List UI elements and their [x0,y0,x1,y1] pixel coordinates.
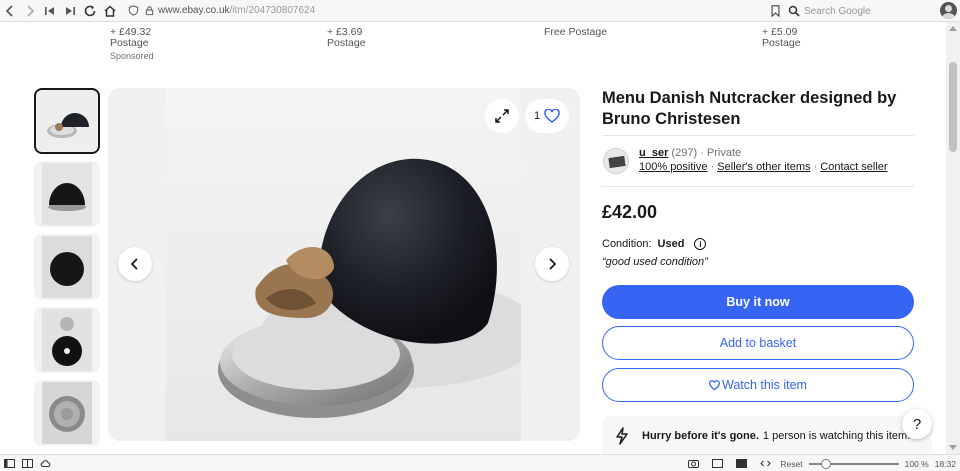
zoom-slider[interactable] [808,458,899,469]
url-host: www.ebay.co.uk [158,5,230,16]
related-postage: Postage [327,37,366,49]
clock: 18:32 [934,458,956,469]
expand-icon [495,109,509,123]
fast-forward-icon[interactable] [60,1,80,21]
page-scrollbar[interactable] [946,22,960,454]
scroll-up-icon[interactable] [949,26,957,31]
zoom-level: 100 % [904,458,929,469]
related-postage: Postage [110,37,149,49]
condition-note: “good used condition” [602,256,708,268]
positive-feedback-link[interactable]: 100% positive [639,161,708,173]
related-postage: Postage [762,37,801,49]
bookmark-icon[interactable] [768,3,782,19]
profile-avatar-icon[interactable] [940,2,957,19]
search-input[interactable]: Search Google [788,2,928,20]
watch-item-label: Watch this item [722,378,807,392]
add-to-basket-button[interactable]: Add to basket [602,326,914,360]
code-icon[interactable] [756,455,774,471]
nutcracker-photo-image [218,158,541,418]
condition-row: Condition: Used i [602,238,707,250]
search-placeholder: Search Google [804,5,871,17]
item-price: £42.00 [602,202,658,222]
nutcracker-thumbnail-image [42,163,92,225]
window-icon[interactable] [708,455,726,471]
url-path: /itm/204730807624 [229,5,316,16]
separator: · [813,161,818,173]
lock-icon [142,4,156,18]
divider [602,186,914,187]
chevron-left-icon [130,258,138,270]
sponsored-label: Sponsored [110,51,154,61]
help-button[interactable]: ? [902,409,932,439]
related-item-2[interactable]: + £3.69 Postage [327,27,366,49]
thumbnail-3[interactable] [34,234,100,300]
browser-toolbar: www.ebay.co.uk/itm/204730807624 Search G… [0,0,960,22]
seller-links: 100% positive · Seller's other items · C… [639,161,888,173]
thumbnail-1[interactable] [34,88,100,154]
info-icon[interactable]: i [694,238,707,250]
related-item-4[interactable]: + £5.09 Postage [762,27,801,49]
listing-title: Menu Danish Nutcracker designed by Bruno… [602,89,897,128]
heart-icon [544,109,560,123]
separator: · [710,161,715,173]
watch-count-button[interactable]: 1 [525,99,569,133]
shield-icon [126,4,140,18]
related-item-3[interactable]: Free Postage [544,27,607,38]
nutcracker-thumbnail-image [42,309,92,371]
image-icon[interactable] [732,455,750,471]
lightning-icon [602,427,642,445]
previous-image-button[interactable] [118,247,152,281]
main-image-gallery[interactable] [108,88,580,441]
product-photo [166,88,541,441]
heart-icon [709,379,720,390]
seller-avatar[interactable] [603,148,629,174]
home-icon[interactable] [100,1,120,21]
thumbnail-4[interactable] [34,307,100,373]
seller-info: u_ser (297) · Private [639,147,741,159]
zoom-reset-button[interactable]: Reset [780,459,802,469]
nutcracker-thumbnail-image [37,91,97,151]
nutcracker-thumbnail-image [42,236,92,298]
seller-name-link[interactable]: u_ser [639,147,668,159]
scroll-thumb[interactable] [949,62,957,152]
zoom-slider-knob[interactable] [820,458,831,469]
thumbnail-2[interactable] [34,161,100,227]
forward-icon[interactable] [20,1,40,21]
camera-icon[interactable] [684,455,702,471]
divider [602,135,914,136]
back-icon[interactable] [0,1,20,21]
rewind-icon[interactable] [40,1,60,21]
search-icon [788,5,800,17]
tab-tiling-icon[interactable] [18,455,36,471]
condition-value: Used [657,238,685,250]
scroll-down-icon[interactable] [949,445,957,450]
thumbnail-5[interactable] [34,380,100,446]
separator: · [700,147,704,159]
related-item-1[interactable]: + £49.32 Postage Sponsored [110,27,154,62]
urgency-text: 1 person is watching this item. [762,430,911,442]
panel-toggle-icon[interactable] [0,455,18,471]
condition-label: Condition: [602,238,652,250]
related-price: Free Postage [544,26,608,38]
next-image-button[interactable] [535,247,569,281]
reload-icon[interactable] [80,1,100,21]
chevron-right-icon [549,258,557,270]
browser-statusbar: Reset 100 % 18:32 [0,454,960,471]
urgency-banner: Hurry before it's gone. 1 person is watc… [602,416,932,456]
expand-image-button[interactable] [485,99,519,133]
contact-seller-link[interactable]: Contact seller [820,161,887,173]
watch-item-button[interactable]: Watch this item [602,368,914,402]
seller-other-items-link[interactable]: Seller's other items [717,161,810,173]
seller-type: Private [706,147,742,159]
nutcracker-thumbnail-image [42,382,92,444]
seller-feedback-count: (297) [671,147,698,159]
cloud-icon[interactable] [36,455,54,471]
watch-count: 1 [533,110,541,122]
buy-it-now-button[interactable]: Buy it now [602,285,914,319]
address-bar[interactable]: www.ebay.co.uk/itm/204730807624 [126,4,766,18]
urgency-headline: Hurry before it's gone. [642,430,759,442]
